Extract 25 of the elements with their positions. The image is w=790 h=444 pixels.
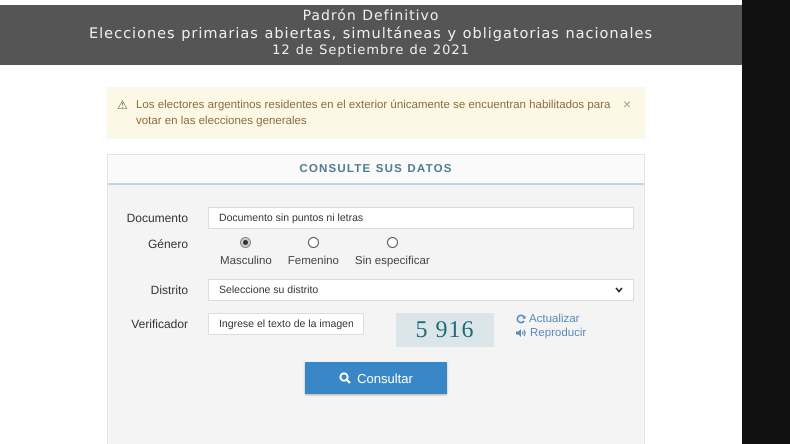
page-title: Padrón Definitivo: [302, 7, 440, 25]
captcha-field[interactable]: Ingrese el texto de la imagen: [208, 313, 364, 335]
field-label: Documento: [126, 211, 188, 225]
radio-button[interactable]: [308, 237, 319, 248]
form-title: CONSULTE SUS DATOS: [108, 155, 644, 185]
captcha-image: 5 916: [396, 313, 494, 347]
field-label: Distrito: [150, 283, 188, 297]
alert-message: Los electores argentinos residentes en el exterior únicamente se encuentran habilitados para votar en las elecciones generales: [136, 98, 612, 129]
radio-label[interactable]: Sin especificar: [354, 255, 430, 267]
field-label: Género: [146, 237, 188, 251]
radio-label[interactable]: Masculino: [220, 255, 272, 267]
document-field[interactable]: Documento sin puntos ni letras: [208, 207, 634, 229]
page-subtitle: Elecciones primarias abiertas, simultáneas y obligatorias nacionales: [88, 25, 653, 43]
district-dropdown[interactable]: Seleccione su distrito: [208, 279, 634, 301]
speaker-icon: [516, 328, 527, 338]
election-date: 12 de Septiembre de 2021: [272, 43, 470, 59]
consultar-button[interactable]: Consultar: [305, 362, 447, 394]
radio-label[interactable]: Femenino: [288, 255, 339, 267]
chevron-down-icon: [615, 287, 623, 293]
warning-icon: ⚠: [117, 97, 128, 129]
search-icon: [339, 372, 352, 384]
radio-button[interactable]: [386, 237, 398, 248]
field-label: Verificador: [130, 317, 188, 331]
radio-button[interactable]: [240, 237, 252, 248]
refresh-icon: [516, 314, 526, 324]
